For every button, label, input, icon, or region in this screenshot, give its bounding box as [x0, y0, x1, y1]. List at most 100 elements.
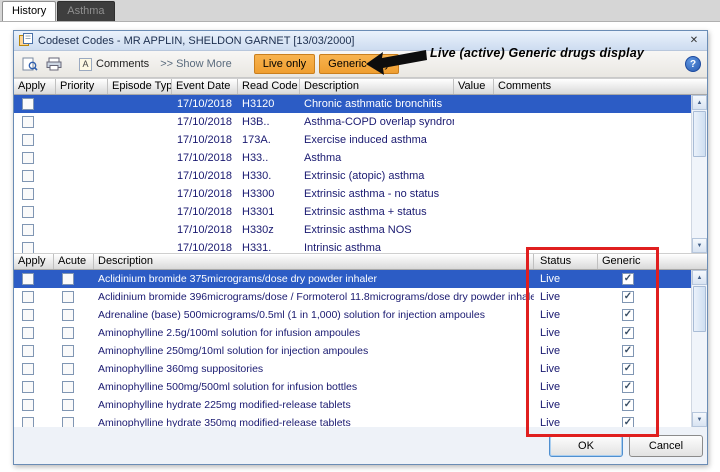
column-header-acute[interactable]: Acute [54, 254, 94, 269]
drug-row[interactable]: Aminophylline 2.5g/100ml solution for in… [14, 324, 691, 342]
column-header-value[interactable]: Value [454, 79, 494, 94]
scroll-up-icon[interactable]: ▲ [692, 270, 707, 285]
scrollbar-track[interactable] [692, 333, 707, 412]
acute-checkbox[interactable] [62, 273, 74, 285]
apply-checkbox[interactable] [22, 224, 34, 236]
generic-only-button[interactable]: Generic only [319, 54, 399, 74]
code-row[interactable]: 17/10/2018H330zExtrinsic asthma NOS [14, 221, 691, 239]
help-icon[interactable]: ? [685, 56, 701, 72]
acute-checkbox[interactable] [62, 363, 74, 375]
column-header-generic[interactable]: Generic [598, 254, 658, 269]
drug-row[interactable]: Aminophylline 250mg/10ml solution for in… [14, 342, 691, 360]
column-header-apply[interactable]: Apply [14, 254, 54, 269]
drugs-table-header: Apply Acute Description Status Generic [14, 253, 707, 270]
apply-checkbox[interactable] [22, 273, 34, 285]
acute-checkbox[interactable] [62, 381, 74, 393]
apply-checkbox[interactable] [22, 363, 34, 375]
column-header-apply[interactable]: Apply [14, 79, 56, 94]
apply-cell [14, 239, 56, 253]
apply-checkbox[interactable] [22, 327, 34, 339]
show-more-button[interactable]: >> Show More [160, 58, 232, 70]
acute-checkbox[interactable] [62, 309, 74, 321]
ok-button[interactable]: OK [549, 435, 623, 457]
code-row[interactable]: 17/10/2018H3301Extrinsic asthma + status [14, 203, 691, 221]
scroll-down-icon[interactable]: ▼ [692, 412, 707, 427]
event-date-cell: 17/10/2018 [172, 221, 238, 239]
live-only-button[interactable]: Live only [254, 54, 315, 74]
tab-asthma[interactable]: Asthma [57, 1, 114, 21]
codes-scrollbar[interactable]: ▲ ▼ [691, 95, 707, 253]
acute-checkbox[interactable] [62, 399, 74, 411]
apply-checkbox[interactable] [22, 345, 34, 357]
priority-cell [56, 239, 108, 253]
acute-checkbox[interactable] [62, 291, 74, 303]
apply-checkbox[interactable] [22, 170, 34, 182]
generic-checkbox[interactable]: ✓ [622, 327, 634, 339]
code-row[interactable]: 17/10/2018H331.Intrinsic asthma [14, 239, 691, 253]
drug-row[interactable]: Aminophylline 360mg suppositoriesLive✓ [14, 360, 691, 378]
apply-checkbox[interactable] [22, 381, 34, 393]
value-cell [454, 221, 494, 239]
column-header-description[interactable]: Description [94, 254, 534, 269]
apply-checkbox[interactable] [22, 98, 34, 110]
generic-checkbox[interactable]: ✓ [622, 291, 634, 303]
drug-row[interactable]: Aminophylline hydrate 225mg modified-rel… [14, 396, 691, 414]
apply-checkbox[interactable] [22, 206, 34, 218]
close-icon[interactable]: ✕ [686, 35, 702, 46]
search-report-icon[interactable] [20, 55, 40, 73]
apply-cell [14, 270, 54, 288]
apply-checkbox[interactable] [22, 188, 34, 200]
code-row[interactable]: 17/10/2018173A.Exercise induced asthma [14, 131, 691, 149]
generic-cell: ✓ [598, 306, 658, 324]
generic-checkbox[interactable]: ✓ [622, 363, 634, 375]
code-row[interactable]: 17/10/2018H33..Asthma [14, 149, 691, 167]
drugs-scrollbar[interactable]: ▲ ▼ [691, 270, 707, 427]
code-row[interactable]: 17/10/2018H3B..Asthma-COPD overlap syndr… [14, 113, 691, 131]
generic-checkbox[interactable]: ✓ [622, 417, 634, 427]
drug-row[interactable]: Aminophylline hydrate 350mg modified-rel… [14, 414, 691, 427]
apply-checkbox[interactable] [22, 309, 34, 321]
apply-checkbox[interactable] [22, 116, 34, 128]
scroll-up-icon[interactable]: ▲ [692, 95, 707, 110]
column-header-read-code[interactable]: Read Code [238, 79, 300, 94]
comments-button[interactable]: Comments [74, 56, 154, 73]
scrollbar-track[interactable] [692, 158, 707, 238]
apply-cell [14, 185, 56, 203]
acute-checkbox[interactable] [62, 417, 74, 427]
apply-checkbox[interactable] [22, 152, 34, 164]
code-row[interactable]: 17/10/2018H3120Chronic asthmatic bronchi… [14, 95, 691, 113]
drug-row[interactable]: Aclidinium bromide 375micrograms/dose dr… [14, 270, 691, 288]
acute-checkbox[interactable] [62, 327, 74, 339]
column-header-status[interactable]: Status [534, 254, 598, 269]
code-row[interactable]: 17/10/2018H3300Extrinsic asthma - no sta… [14, 185, 691, 203]
apply-checkbox[interactable] [22, 291, 34, 303]
generic-checkbox[interactable]: ✓ [622, 345, 634, 357]
generic-checkbox[interactable]: ✓ [622, 381, 634, 393]
drug-row[interactable]: Aclidinium bromide 396micrograms/dose / … [14, 288, 691, 306]
column-header-comments[interactable]: Comments [494, 79, 707, 94]
column-header-episode-type[interactable]: Episode Type [108, 79, 172, 94]
acute-checkbox[interactable] [62, 345, 74, 357]
drug-row[interactable]: Adrenaline (base) 500micrograms/0.5ml (1… [14, 306, 691, 324]
column-header-description[interactable]: Description [300, 79, 454, 94]
generic-checkbox[interactable]: ✓ [622, 309, 634, 321]
scrollbar-thumb[interactable] [693, 111, 706, 157]
code-row[interactable]: 17/10/2018H330.Extrinsic (atopic) asthma [14, 167, 691, 185]
scrollbar-thumb[interactable] [693, 286, 706, 332]
apply-cell [14, 360, 54, 378]
apply-checkbox[interactable] [22, 399, 34, 411]
apply-checkbox[interactable] [22, 134, 34, 146]
apply-cell [14, 306, 54, 324]
apply-checkbox[interactable] [22, 242, 34, 253]
apply-checkbox[interactable] [22, 417, 34, 427]
cancel-button[interactable]: Cancel [629, 435, 703, 457]
column-header-event-date[interactable]: Event Date [172, 79, 238, 94]
generic-checkbox[interactable]: ✓ [622, 273, 634, 285]
tab-history[interactable]: History [2, 1, 56, 21]
generic-checkbox[interactable]: ✓ [622, 399, 634, 411]
column-header-priority[interactable]: Priority [56, 79, 108, 94]
print-icon[interactable] [44, 55, 64, 73]
annotation-text: Live (active) Generic drugs display [430, 46, 644, 60]
drug-row[interactable]: Aminophylline 500mg/500ml solution for i… [14, 378, 691, 396]
scroll-down-icon[interactable]: ▼ [692, 238, 707, 253]
